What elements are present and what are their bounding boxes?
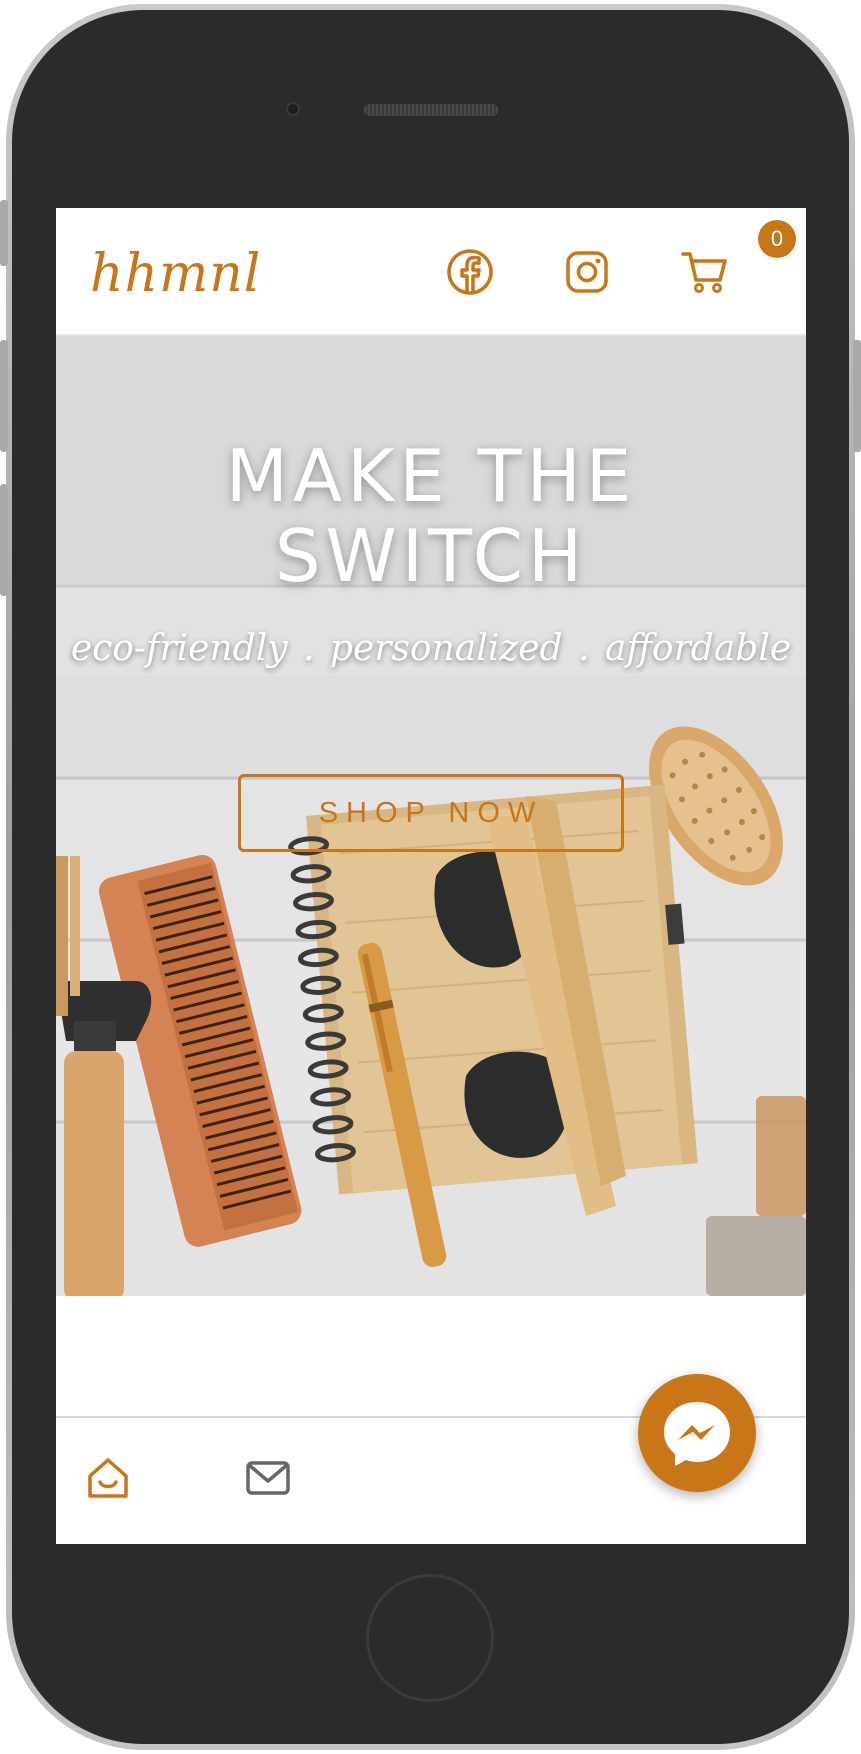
cart-count-badge: 0 (758, 220, 796, 258)
mute-switch (0, 200, 8, 266)
messenger-chat-button[interactable] (638, 1374, 756, 1492)
instagram-icon[interactable] (563, 248, 611, 296)
hero-banner: MAKE THE SWITCH eco-friendly . personali… (56, 336, 806, 1296)
shop-now-button[interactable]: SHOP NOW (238, 774, 624, 852)
hero-title: MAKE THE SWITCH (56, 436, 806, 596)
mail-icon[interactable] (244, 1454, 292, 1502)
home-button[interactable] (366, 1574, 494, 1702)
volume-up-button (0, 340, 8, 452)
site-logo[interactable]: hhmnl (90, 244, 261, 304)
hero-title-line-1: MAKE THE (225, 434, 637, 518)
home-icon[interactable] (84, 1454, 132, 1502)
earpiece-speaker (364, 104, 498, 116)
hero-title-line-2: SWITCH (274, 514, 588, 598)
volume-down-button (0, 484, 8, 596)
facebook-icon[interactable] (446, 248, 494, 296)
cart-icon[interactable] (680, 248, 728, 296)
front-camera (286, 102, 300, 116)
site-header: hhmnl 0 (56, 208, 806, 336)
app-screen: hhmnl 0 MAKE THE SWITCH eco-friendly . p… (56, 208, 806, 1544)
hero-tagline: eco-friendly . personalized . affordable (70, 628, 792, 669)
messenger-icon (664, 1402, 730, 1466)
power-button (853, 340, 861, 452)
